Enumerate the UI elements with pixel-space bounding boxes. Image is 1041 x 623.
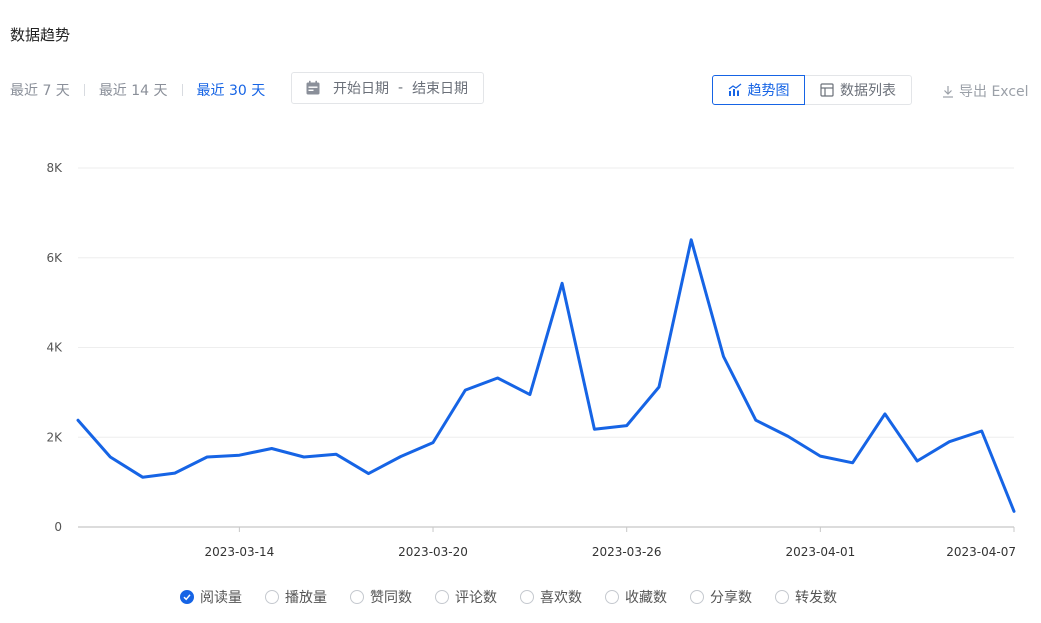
trend-chart-label: 趋势图	[747, 83, 790, 99]
radio-circle-icon	[605, 590, 619, 604]
legend-label: 阅读量	[200, 590, 242, 606]
start-date-placeholder: 开始日期	[333, 81, 389, 97]
legend-item[interactable]: 分享数	[690, 587, 752, 607]
y-tick-label: 4K	[46, 341, 63, 355]
y-tick-label: 8K	[46, 161, 63, 175]
download-icon	[943, 85, 953, 98]
legend-item[interactable]: 转发数	[775, 587, 837, 607]
legend-item[interactable]: 阅读量	[180, 587, 242, 607]
radio-circle-icon	[690, 590, 704, 604]
legend-item[interactable]: 评论数	[435, 587, 497, 607]
x-tick-label: 2023-04-07	[946, 545, 1016, 559]
legend-label: 收藏数	[625, 590, 667, 606]
chart-legend: 阅读量 播放量 赞同数 评论数 喜欢数 收藏数 分享数 转发数	[180, 587, 860, 607]
radio-circle-icon	[520, 590, 534, 604]
date-range-picker[interactable]: 开始日期 - 结束日期	[291, 72, 484, 104]
check-circle-icon	[180, 590, 194, 604]
legend-label: 播放量	[285, 590, 327, 606]
series-line-reads	[76, 238, 1016, 513]
data-list-label: 数据列表	[840, 83, 896, 99]
radio-circle-icon	[350, 590, 364, 604]
legend-label: 转发数	[795, 590, 837, 606]
legend-label: 评论数	[455, 590, 497, 606]
section-title: 数据趋势	[10, 26, 71, 44]
range-14-days[interactable]: 最近 14 天	[99, 80, 168, 100]
y-tick-label: 2K	[46, 430, 63, 444]
range-divider	[83, 84, 85, 96]
date-separator: -	[398, 80, 404, 96]
legend-item[interactable]: 喜欢数	[520, 587, 582, 607]
legend-item[interactable]: 赞同数	[350, 587, 412, 607]
radio-circle-icon	[775, 590, 789, 604]
export-excel-button[interactable]: 导出 Excel	[942, 81, 1029, 101]
radio-circle-icon	[435, 590, 449, 604]
legend-label: 分享数	[710, 590, 752, 606]
end-date-placeholder: 结束日期	[412, 81, 469, 97]
trend-line-chart: 0 2K 4K 6K 8K 2023-03-14 2023-03-20 2023-03-26 2…	[46, 161, 1016, 559]
table-icon	[820, 83, 834, 97]
legend-label: 赞同数	[370, 590, 412, 606]
range-divider	[181, 84, 183, 96]
range-7-days[interactable]: 最近 7 天	[10, 80, 70, 100]
x-tick-label: 2023-03-20	[398, 545, 468, 559]
date-range-tabs: 最近 7 天 最近 14 天 最近 30 天	[10, 80, 265, 100]
y-tick-label: 0	[54, 520, 62, 534]
radio-circle-icon	[265, 590, 279, 604]
legend-label: 喜欢数	[540, 590, 582, 606]
x-tick-label: 2023-04-01	[785, 545, 855, 559]
legend-item[interactable]: 播放量	[265, 587, 327, 607]
legend-item[interactable]: 收藏数	[605, 587, 667, 607]
x-tick-label: 2023-03-26	[592, 545, 662, 559]
trend-chart-icon	[728, 83, 741, 96]
data-list-button[interactable]: 数据列表	[804, 75, 912, 105]
x-tick-label: 2023-03-14	[205, 545, 275, 559]
range-30-days[interactable]: 最近 30 天	[197, 80, 266, 100]
export-excel-label: 导出 Excel	[959, 84, 1029, 100]
calendar-icon	[305, 80, 321, 96]
trend-chart-button[interactable]: 趋势图	[712, 75, 805, 105]
y-tick-label: 6K	[46, 251, 63, 265]
